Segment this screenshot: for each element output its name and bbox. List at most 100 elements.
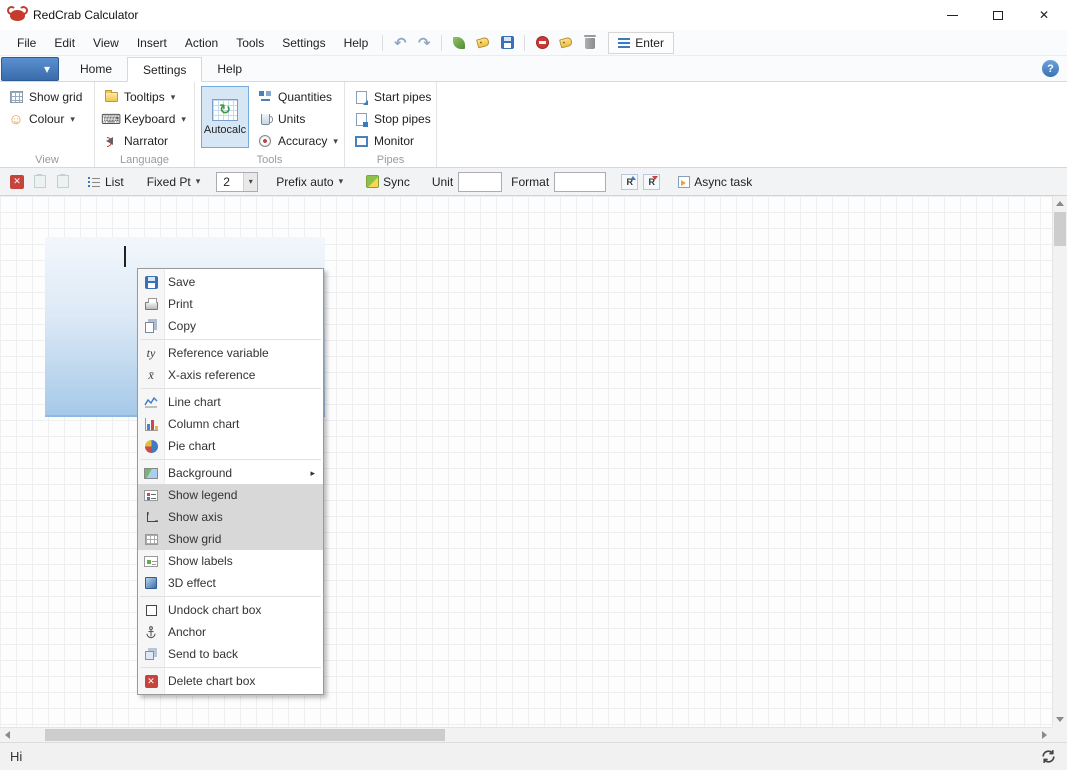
precision-combobox[interactable]: 2 ▾ <box>216 171 259 192</box>
stop-pipes-button[interactable]: Stop pipes <box>351 108 432 130</box>
app-menu-button[interactable]: ▾ <box>1 57 59 81</box>
menu-settings[interactable]: Settings <box>273 32 334 54</box>
fixed-pt-dropdown[interactable]: Fixed Pt ▾ <box>142 171 206 193</box>
worksheet-canvas: Save Print Copy ty Reference variable x̄… <box>0 196 1067 742</box>
units-button[interactable]: Units <box>255 108 340 130</box>
column-chart-icon <box>142 415 160 433</box>
tooltips-button[interactable]: Tooltips ▾ <box>101 86 190 108</box>
redo-button[interactable]: ↷ <box>414 33 434 53</box>
monitor-button[interactable]: Monitor <box>351 130 432 152</box>
menu-item-show-labels[interactable]: Show labels <box>138 550 323 572</box>
narrator-label: Narrator <box>124 134 169 148</box>
show-grid-button[interactable]: Show grid <box>6 86 90 108</box>
format-input[interactable] <box>554 171 607 192</box>
separator <box>382 34 384 51</box>
chevron-right-icon <box>1042 731 1047 739</box>
menu-insert[interactable]: Insert <box>128 32 176 54</box>
list-button[interactable]: List <box>83 171 129 193</box>
tag-button[interactable] <box>473 33 493 53</box>
tools-column: Quantities Units Accuracy ▾ <box>255 86 340 152</box>
clear-button[interactable]: ✕ <box>8 173 26 191</box>
trash-button[interactable] <box>580 33 600 53</box>
scroll-down-button[interactable] <box>1053 712 1067 727</box>
menu-item-reference-variable[interactable]: ty Reference variable <box>138 342 323 364</box>
prefix-dropdown[interactable]: Prefix auto ▾ <box>271 171 348 193</box>
keyboard-icon: ⌨ <box>100 111 122 127</box>
autocalc-label: Autocalc <box>203 123 247 136</box>
menu-view[interactable]: View <box>84 32 128 54</box>
start-pipes-button[interactable]: Start pipes <box>351 86 432 108</box>
horizontal-scrollbar[interactable] <box>0 727 1052 742</box>
menu-item-anchor[interactable]: Anchor <box>138 621 323 643</box>
colour-button[interactable]: ☺ Colour ▾ <box>6 108 90 130</box>
menu-item-print[interactable]: Print <box>138 293 323 315</box>
paste-button-disabled[interactable] <box>31 173 49 191</box>
stop-button[interactable] <box>532 33 552 53</box>
grid-icon <box>8 89 24 105</box>
copy-button-disabled[interactable] <box>54 173 72 191</box>
chart-context-menu: Save Print Copy ty Reference variable x̄… <box>137 268 324 695</box>
delete-icon: ✕ <box>142 672 160 690</box>
autocalc-button[interactable]: Autocalc <box>201 86 249 148</box>
async-task-button[interactable]: Async task <box>673 171 757 193</box>
tab-settings[interactable]: Settings <box>127 57 203 82</box>
chevron-down-icon <box>1056 717 1064 722</box>
minimize-button[interactable] <box>929 0 975 30</box>
menu-item-column-chart[interactable]: Column chart <box>138 413 323 435</box>
menu-item-undock-chart-box[interactable]: Undock chart box <box>138 599 323 621</box>
menu-edit[interactable]: Edit <box>45 32 84 54</box>
menu-item-show-axis[interactable]: Show axis <box>138 506 323 528</box>
menu-item-copy[interactable]: Copy <box>138 315 323 337</box>
result-format-up-button[interactable] <box>621 173 639 190</box>
menu-item-line-chart[interactable]: Line chart <box>138 391 323 413</box>
enter-lines-icon <box>618 37 631 48</box>
quantities-button[interactable]: Quantities <box>255 86 340 108</box>
menu-separator <box>140 667 321 668</box>
enter-button[interactable]: Enter <box>608 31 674 54</box>
undo-button[interactable]: ↶ <box>390 33 410 53</box>
accuracy-button[interactable]: Accuracy ▾ <box>255 130 340 152</box>
tab-help[interactable]: Help <box>202 56 257 81</box>
menu-item-pie-chart[interactable]: Pie chart <box>138 435 323 457</box>
menu-item-background[interactable]: Background ▸ <box>138 462 323 484</box>
unit-input[interactable] <box>458 171 503 192</box>
horizontal-scrollbar-thumb[interactable] <box>45 729 445 741</box>
sync-button[interactable]: Sync <box>361 171 415 193</box>
refresh-button[interactable] <box>1040 748 1057 765</box>
menu-action[interactable]: Action <box>176 32 227 54</box>
help-icon[interactable]: ? <box>1042 60 1059 77</box>
scroll-up-button[interactable] <box>1053 196 1067 211</box>
anchor-icon <box>142 623 160 641</box>
narrator-button[interactable]: Narrator <box>101 130 190 152</box>
menu-help[interactable]: Help <box>335 32 378 54</box>
menu-item-3d-effect[interactable]: 3D effect <box>138 572 323 594</box>
menu-file[interactable]: File <box>8 32 45 54</box>
keyboard-button[interactable]: ⌨ Keyboard ▾ <box>101 108 190 130</box>
tab-home[interactable]: Home <box>65 56 127 81</box>
vertical-scrollbar-thumb[interactable] <box>1054 212 1066 246</box>
worksheet-grid[interactable]: Save Print Copy ty Reference variable x̄… <box>0 196 1052 727</box>
menu-item-show-legend[interactable]: Show legend <box>138 484 323 506</box>
menu-item-send-to-back[interactable]: Send to back <box>138 643 323 665</box>
scroll-right-button[interactable] <box>1037 728 1052 742</box>
close-button[interactable]: ✕ <box>1021 0 1067 30</box>
maximize-button[interactable] <box>975 0 1021 30</box>
reference-variable-icon: ty <box>146 345 156 360</box>
chevron-down-icon[interactable]: ▾ <box>243 172 258 191</box>
bookmark-button[interactable] <box>556 33 576 53</box>
leaf-button[interactable] <box>449 33 469 53</box>
menu-item-delete-chart-box[interactable]: ✕ Delete chart box <box>138 670 323 692</box>
maximize-icon <box>993 10 1003 20</box>
menu-separator <box>140 339 321 340</box>
menu-item-save[interactable]: Save <box>138 271 323 293</box>
menu-item-show-grid[interactable]: Show grid <box>138 528 323 550</box>
menu-tools[interactable]: Tools <box>227 32 273 54</box>
scroll-left-button[interactable] <box>0 728 15 742</box>
speaker-icon <box>103 133 119 149</box>
result-format-down-button[interactable] <box>643 173 661 190</box>
save-icon <box>500 36 514 49</box>
menu-item-x-axis-reference[interactable]: x̄ X-axis reference <box>138 364 323 386</box>
vertical-scrollbar[interactable] <box>1052 196 1067 727</box>
save-button[interactable] <box>497 33 517 53</box>
menu-separator <box>140 388 321 389</box>
